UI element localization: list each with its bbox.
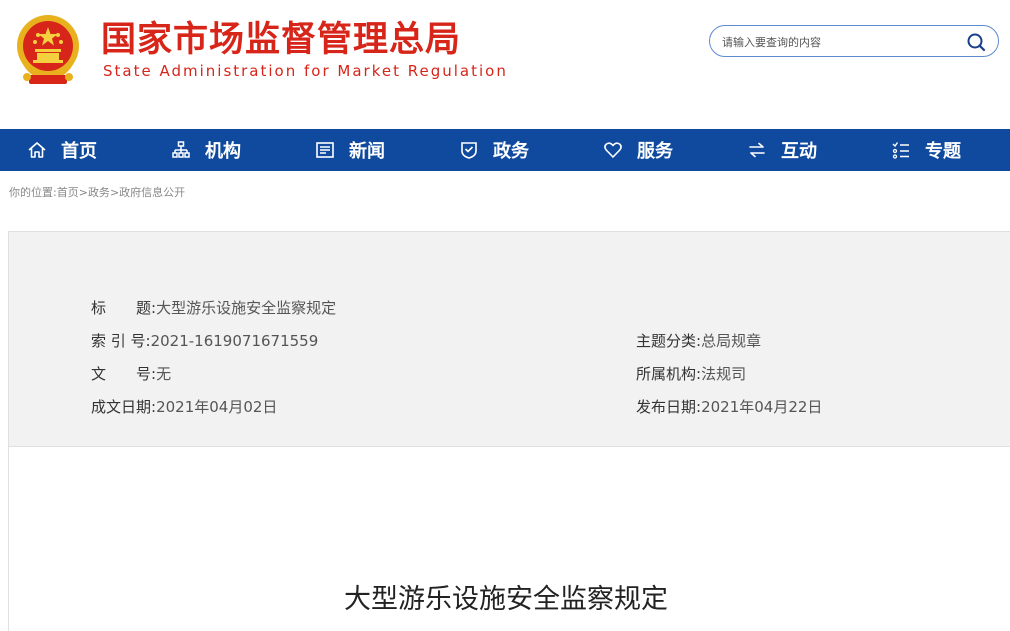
info-docno: 文 号:无 bbox=[91, 363, 171, 384]
nav-item-label: 首页 bbox=[61, 141, 97, 162]
info-written-value: 2021年04月02日 bbox=[156, 398, 278, 416]
list-icon bbox=[892, 142, 909, 159]
info-published-date: 发布日期:2021年04月22日 bbox=[636, 396, 822, 417]
search-input[interactable] bbox=[720, 31, 964, 53]
home-icon bbox=[28, 142, 46, 158]
info-org-label: 所属机构: bbox=[636, 365, 702, 383]
site-header: 国家市场监督管理总局 State Administration for Mark… bbox=[0, 0, 1010, 129]
breadcrumb-gov-info[interactable]: 政府信息公开 bbox=[119, 186, 185, 199]
breadcrumb: 你的位置:首页>政务>政府信息公开 bbox=[9, 184, 185, 200]
nav-item-service[interactable]: 服务 bbox=[603, 129, 673, 171]
info-index: 索 引 号:2021-1619071671559 bbox=[91, 330, 318, 351]
search-icon[interactable] bbox=[966, 32, 986, 52]
breadcrumb-prefix: 你的位置: bbox=[9, 186, 57, 199]
national-emblem-icon[interactable] bbox=[13, 13, 83, 87]
info-published-value: 2021年04月22日 bbox=[701, 398, 823, 416]
news-icon bbox=[316, 142, 334, 158]
info-index-label: 索 引 号: bbox=[91, 332, 151, 350]
nav-item-topics[interactable]: 专题 bbox=[891, 129, 961, 171]
site-title-en: State Administration for Market Regulati… bbox=[103, 62, 508, 80]
info-written-date: 成文日期:2021年04月02日 bbox=[91, 396, 277, 417]
heart-icon bbox=[604, 142, 622, 158]
breadcrumb-separator: > bbox=[78, 186, 88, 199]
info-written-label: 成文日期: bbox=[91, 398, 157, 416]
nav-item-label: 服务 bbox=[637, 141, 673, 162]
nav-item-news[interactable]: 新闻 bbox=[315, 129, 385, 171]
info-org: 所属机构:法规司 bbox=[636, 363, 746, 384]
content-area: 标 题:大型游乐设施安全监察规定 索 引 号:2021-161907167155… bbox=[8, 231, 1010, 631]
info-title-value: 大型游乐设施安全监察规定 bbox=[156, 299, 337, 317]
info-index-value: 2021-1619071671559 bbox=[150, 332, 319, 350]
info-docno-value: 无 bbox=[156, 365, 172, 383]
info-topic-value: 总局规章 bbox=[701, 332, 762, 350]
nav-item-home[interactable]: 首页 bbox=[27, 129, 97, 171]
main-nav: 首页 机构 新闻 政务 服务 互动 专题 bbox=[0, 129, 1010, 171]
breadcrumb-separator: > bbox=[109, 186, 120, 199]
breadcrumb-gov[interactable]: 政务 bbox=[88, 186, 110, 199]
nav-item-label: 新闻 bbox=[349, 141, 385, 162]
document-title: 大型游乐设施安全监察规定 bbox=[344, 584, 668, 615]
nav-item-org[interactable]: 机构 bbox=[171, 129, 241, 171]
info-topic: 主题分类:总局规章 bbox=[636, 330, 761, 351]
info-topic-label: 主题分类: bbox=[636, 332, 702, 350]
nav-item-label: 机构 bbox=[205, 141, 241, 162]
nav-item-interact[interactable]: 互动 bbox=[747, 129, 817, 171]
nav-item-label: 政务 bbox=[493, 141, 529, 162]
search-box bbox=[709, 25, 999, 57]
document-info-panel: 标 题:大型游乐设施安全监察规定 索 引 号:2021-161907167155… bbox=[9, 232, 1010, 447]
info-title-label: 标 题: bbox=[91, 299, 157, 317]
nav-item-gov[interactable]: 政务 bbox=[459, 129, 529, 171]
info-title: 标 题:大型游乐设施安全监察规定 bbox=[91, 297, 336, 318]
breadcrumb-home[interactable]: 首页 bbox=[57, 186, 79, 199]
info-published-label: 发布日期: bbox=[636, 398, 702, 416]
nav-item-label: 互动 bbox=[781, 141, 817, 162]
nav-item-label: 专题 bbox=[925, 141, 961, 162]
info-docno-label: 文 号: bbox=[91, 365, 157, 383]
site-title-cn: 国家市场监督管理总局 bbox=[101, 20, 462, 60]
info-org-value: 法规司 bbox=[701, 365, 747, 383]
org-chart-icon bbox=[172, 141, 190, 158]
shield-icon bbox=[461, 142, 477, 159]
exchange-icon bbox=[749, 142, 765, 158]
